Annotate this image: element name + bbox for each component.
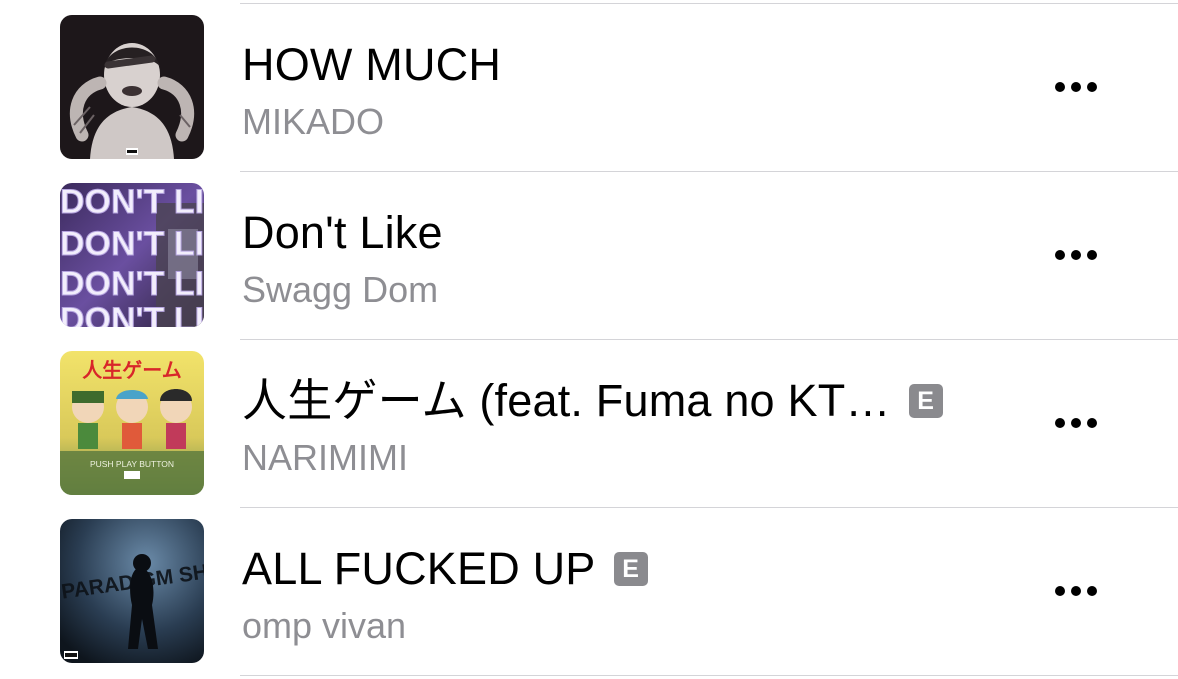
album-artwork-image: [60, 15, 204, 159]
more-options-button[interactable]: [1046, 238, 1106, 272]
ellipsis-icon: [1087, 586, 1097, 596]
song-artist: NARIMIMI: [242, 437, 408, 478]
album-artwork-image: 人生ゲーム PUSH PLAY BUTTON: [60, 351, 204, 495]
artwork-text: DON'T LIKE: [60, 301, 204, 327]
song-row[interactable]: 人生ゲーム PUSH PLAY BUTTON 人生ゲーム (feat. Fuma…: [0, 336, 1178, 504]
explicit-badge: E: [613, 552, 648, 586]
more-options-button[interactable]: [1046, 70, 1106, 104]
song-artist: omp vivan: [242, 605, 407, 646]
artwork-text: DON'T LIKE: [60, 225, 204, 263]
song-title-line: ALL FUCKED UP E: [242, 542, 648, 596]
ellipsis-icon: [1055, 418, 1065, 428]
album-artwork[interactable]: 人生ゲーム PUSH PLAY BUTTON: [60, 351, 204, 495]
album-artwork-image: PARADIGM SHIFT: [60, 519, 204, 663]
ellipsis-icon: [1071, 418, 1081, 428]
song-list: HOW MUCH MIKADO DON'T LI DON'T LI DON'T …: [0, 0, 1178, 679]
ellipsis-icon: [1071, 250, 1081, 260]
album-artwork[interactable]: PARADIGM SHIFT: [60, 519, 204, 663]
ellipsis-icon: [1055, 586, 1065, 596]
artwork-text: DON'T LIKE: [60, 183, 204, 221]
ellipsis-icon: [1071, 82, 1081, 92]
artwork-text: 人生ゲーム: [82, 358, 181, 382]
song-title: HOW MUCH: [242, 39, 502, 90]
album-artwork-image: DON'T LIKE DON'T LIKE DON'T LIKE DON'T L…: [60, 183, 204, 327]
artwork-text: DON'T LIKE: [60, 265, 204, 303]
explicit-badge: E: [908, 384, 943, 418]
song-row[interactable]: PARADIGM SHIFT ALL FUCKED UP E omp vivan: [0, 504, 1178, 672]
song-title: ALL FUCKED UP: [242, 543, 596, 594]
song-title: 人生ゲーム (feat. Fuma no KT…: [242, 375, 891, 426]
song-row[interactable]: DON'T LIKE DON'T LIKE DON'T LIKE DON'T L…: [0, 168, 1178, 336]
song-artist: MIKADO: [242, 101, 385, 142]
song-title: Don't Like: [242, 207, 443, 258]
ellipsis-icon: [1087, 82, 1097, 92]
ellipsis-icon: [1087, 418, 1097, 428]
artwork-subtext: PUSH PLAY BUTTON: [90, 459, 174, 469]
ellipsis-icon: [1055, 82, 1065, 92]
more-options-button[interactable]: [1046, 574, 1106, 608]
ellipsis-icon: [1087, 250, 1097, 260]
song-title-line: Don't Like: [242, 206, 443, 260]
row-separator: [240, 675, 1178, 676]
song-artist: Swagg Dom: [242, 269, 439, 310]
ellipsis-icon: [1071, 586, 1081, 596]
song-row[interactable]: HOW MUCH MIKADO: [0, 0, 1178, 168]
song-title-line: HOW MUCH: [242, 38, 501, 92]
album-artwork[interactable]: [60, 15, 204, 159]
ellipsis-icon: [1055, 250, 1065, 260]
more-options-button[interactable]: [1046, 406, 1106, 440]
song-title-line: 人生ゲーム (feat. Fuma no KT… E: [242, 374, 943, 428]
album-artwork[interactable]: DON'T LIKE DON'T LIKE DON'T LIKE DON'T L…: [60, 183, 204, 327]
